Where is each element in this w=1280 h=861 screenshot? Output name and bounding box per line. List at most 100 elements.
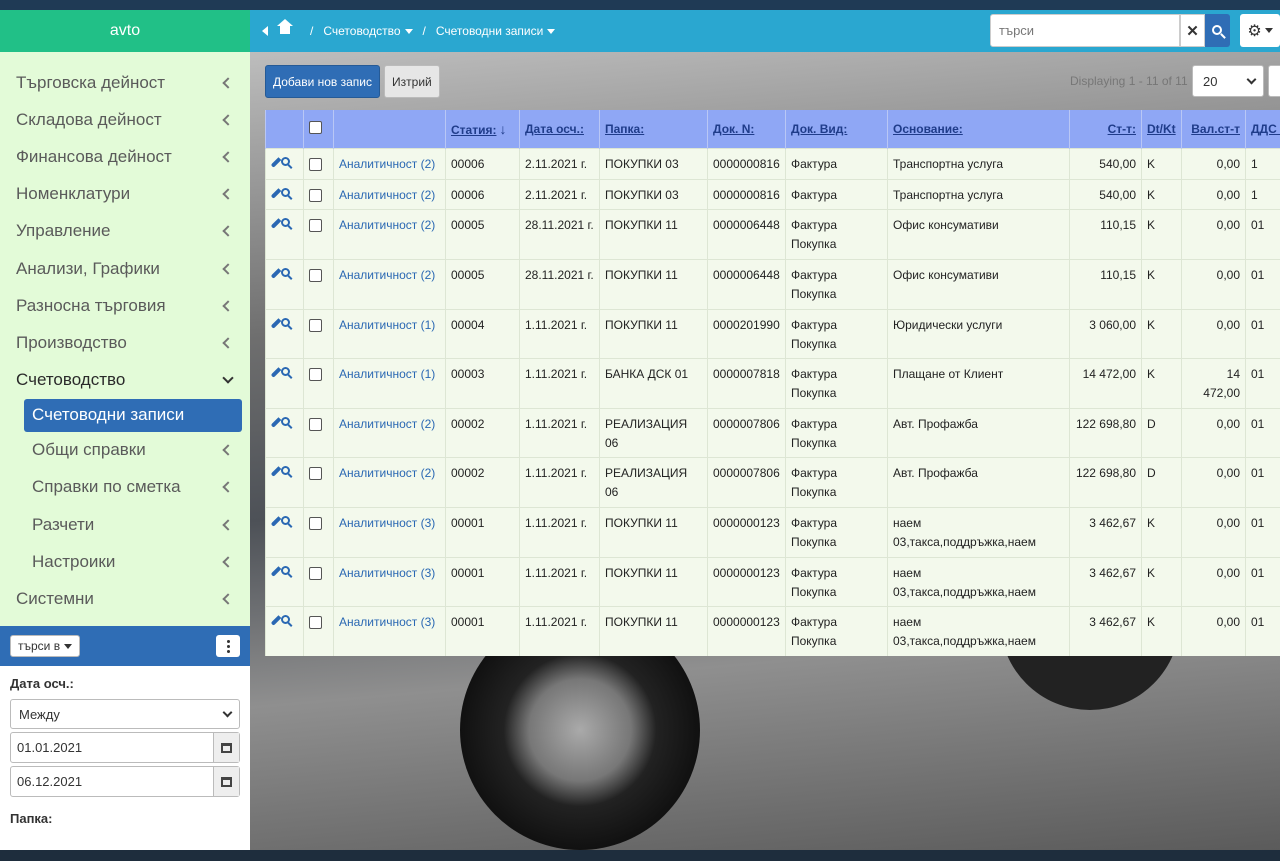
table-row[interactable]: Аналитичност (1) 00004 1.11.2021 г. ПОКУПКИ…: [265, 308, 1280, 358]
view-icon[interactable]: [281, 366, 290, 376]
analytic-link[interactable]: Аналитичност (2): [333, 456, 446, 507]
row-checkbox[interactable]: [309, 615, 322, 629]
analytic-link[interactable]: Аналитичност (3): [333, 556, 446, 606]
folder-header[interactable]: Папка:: [599, 110, 708, 148]
view-icon[interactable]: [281, 217, 290, 227]
docno-header[interactable]: Док. N:: [707, 110, 786, 148]
search-in-dropdown[interactable]: търси в: [10, 635, 81, 657]
view-icon[interactable]: [281, 465, 290, 475]
table-row[interactable]: Аналитичност (2) 00002 1.11.2021 г. РЕАЛИЗА…: [265, 407, 1280, 457]
sidebar-item-management[interactable]: Управление: [0, 213, 250, 250]
table-row[interactable]: Аналитичност (2) 00005 28.11.2021 г. ПОКУПК…: [265, 258, 1280, 309]
analytic-link[interactable]: Аналитичност (3): [333, 605, 446, 656]
sidebar-item-production[interactable]: Производство: [0, 324, 250, 361]
page-size-select[interactable]: 20: [1192, 65, 1264, 97]
table-row[interactable]: Аналитичност (2) 00002 1.11.2021 г. РЕАЛИЗА…: [265, 456, 1280, 507]
currency-amount-header[interactable]: Вал.ст-т: [1181, 110, 1246, 148]
amount-header[interactable]: Ст-т:: [1069, 110, 1142, 148]
row-checkbox[interactable]: [309, 466, 322, 480]
sidebar-item-accounting[interactable]: Счетоводство: [0, 362, 250, 399]
date-mode-select[interactable]: Между: [10, 699, 240, 729]
row-checkbox[interactable]: [309, 318, 322, 332]
sidebar-item-accounting-entries[interactable]: Счетоводни записи: [24, 398, 242, 432]
vat-header[interactable]: ДДС в: [1245, 110, 1280, 148]
row-checkbox[interactable]: [309, 566, 322, 580]
search-input[interactable]: търси: [990, 14, 1180, 47]
calendar-icon[interactable]: [213, 733, 239, 762]
date-to-field[interactable]: 06.12.2021: [10, 766, 240, 797]
basis-header[interactable]: Основание:: [887, 110, 1070, 148]
delete-button[interactable]: Изтрий: [384, 65, 440, 98]
calendar-icon[interactable]: [213, 767, 239, 796]
row-checkbox[interactable]: [309, 516, 322, 530]
row-checkbox[interactable]: [309, 218, 322, 232]
breadcrumb-accounting-entries[interactable]: Счетоводни записи: [436, 24, 556, 38]
analytic-link[interactable]: Аналитичност (2): [333, 147, 446, 179]
sidebar-item-settlements[interactable]: Разчети: [0, 506, 250, 543]
row-checkbox[interactable]: [309, 367, 322, 381]
analytic-link[interactable]: Аналитичност (2): [333, 208, 446, 259]
breadcrumb-accounting[interactable]: Счетоводство: [323, 24, 413, 38]
view-icon[interactable]: [281, 187, 290, 197]
row-checkbox[interactable]: [309, 417, 322, 431]
sidebar-item-finance[interactable]: Финансова дейност: [0, 138, 250, 175]
more-options-icon[interactable]: [216, 635, 240, 657]
sidebar-item-general-reports[interactable]: Общи справки: [0, 432, 250, 469]
collapse-sidebar-icon[interactable]: [262, 26, 268, 36]
sidebar-item-delivery-trade[interactable]: Разносна търговия: [0, 287, 250, 324]
table-row[interactable]: Аналитичност (1) 00003 1.11.2021 г. БАНКА Д…: [265, 357, 1280, 408]
edit-icon[interactable]: [270, 565, 282, 577]
edit-icon[interactable]: [270, 614, 282, 626]
date-header[interactable]: Дата осч.:: [519, 110, 600, 148]
view-icon[interactable]: [281, 515, 290, 525]
edit-icon[interactable]: [270, 465, 282, 477]
settings-button[interactable]: ⚙: [1240, 14, 1280, 47]
analytic-link[interactable]: Аналитичност (1): [333, 308, 446, 358]
analytic-link[interactable]: Аналитичност (3): [333, 506, 446, 557]
sidebar-item-trade[interactable]: Търговска дейност: [0, 64, 250, 101]
print-button[interactable]: [1268, 65, 1280, 97]
article-header[interactable]: Статия: ↓: [445, 110, 520, 148]
row-checkbox[interactable]: [309, 268, 322, 282]
row-checkbox[interactable]: [309, 188, 322, 202]
row-checkbox[interactable]: [309, 157, 322, 171]
view-icon[interactable]: [281, 416, 290, 426]
analytic-link[interactable]: Аналитичност (2): [333, 178, 446, 209]
sidebar-item-warehouse[interactable]: Складова дейност: [0, 101, 250, 138]
edit-icon[interactable]: [270, 267, 282, 279]
table-row[interactable]: Аналитичност (2) 00005 28.11.2021 г. ПОКУПК…: [265, 208, 1280, 259]
home-icon[interactable]: [277, 19, 293, 37]
edit-icon[interactable]: [270, 515, 282, 527]
clear-search-button[interactable]: ✕: [1180, 14, 1205, 47]
edit-icon[interactable]: [270, 156, 282, 168]
sidebar-item-nomenclatures[interactable]: Номенклатури: [0, 176, 250, 213]
edit-icon[interactable]: [270, 217, 282, 229]
view-icon[interactable]: [281, 317, 290, 327]
view-icon[interactable]: [281, 565, 290, 575]
table-row[interactable]: Аналитичност (3) 00001 1.11.2021 г. ПОКУПКИ…: [265, 605, 1280, 656]
edit-icon[interactable]: [270, 416, 282, 428]
view-icon[interactable]: [281, 267, 290, 277]
edit-icon[interactable]: [270, 366, 282, 378]
sidebar-item-settings[interactable]: Настроики: [0, 543, 250, 580]
add-record-button[interactable]: Добави нов запис: [265, 65, 381, 98]
date-from-field[interactable]: 01.01.2021: [10, 732, 240, 763]
doctype-header[interactable]: Док. Вид:: [785, 110, 888, 148]
view-icon[interactable]: [281, 614, 290, 624]
sidebar-item-system[interactable]: Системни: [0, 580, 250, 617]
table-row[interactable]: Аналитичност (2) 00006 2.11.2021 г. ПОКУПКИ…: [265, 147, 1280, 179]
edit-icon[interactable]: [270, 317, 282, 329]
table-row[interactable]: Аналитичност (3) 00001 1.11.2021 г. ПОКУПКИ…: [265, 556, 1280, 606]
dtkt-header[interactable]: Dt/Kt: [1141, 110, 1182, 148]
table-row[interactable]: Аналитичност (3) 00001 1.11.2021 г. ПОКУПКИ…: [265, 506, 1280, 557]
analytic-link[interactable]: Аналитичност (2): [333, 258, 446, 309]
analytic-link[interactable]: Аналитичност (1): [333, 357, 446, 408]
sidebar-item-account-reports[interactable]: Справки по сметка: [0, 469, 250, 506]
sidebar-item-analytics[interactable]: Анализи, Графики: [0, 250, 250, 287]
view-icon[interactable]: [281, 156, 290, 166]
analytic-link[interactable]: Аналитичност (2): [333, 407, 446, 457]
edit-icon[interactable]: [270, 187, 282, 199]
select-all-checkbox[interactable]: [309, 120, 322, 134]
search-button[interactable]: [1205, 14, 1230, 47]
table-row[interactable]: Аналитичност (2) 00006 2.11.2021 г. ПОКУПКИ…: [265, 178, 1280, 209]
